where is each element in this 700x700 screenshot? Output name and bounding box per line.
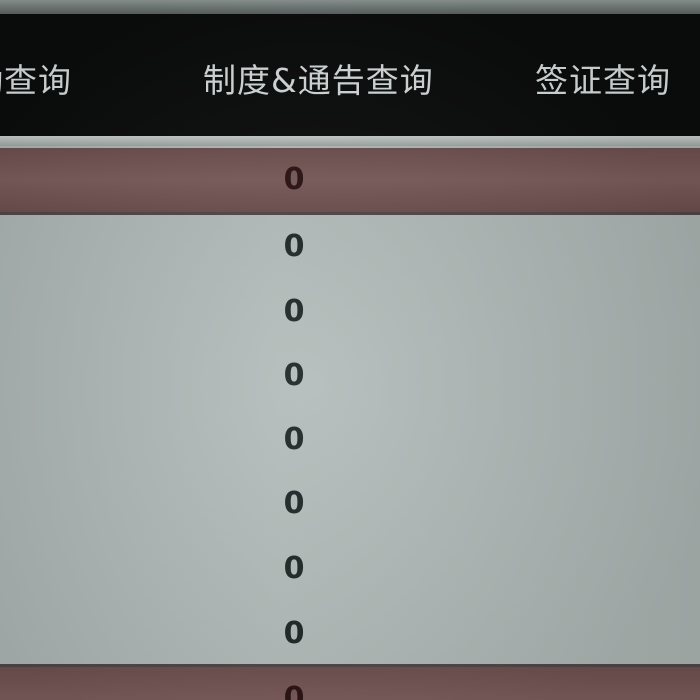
table-cell-value: 0 [283, 229, 305, 264]
monitor-bezel [0, 0, 700, 14]
table-cell-value: 0 [283, 486, 305, 521]
screen: 勤查询 制度&通告查询 签证查询 0 0 0 0 0 0 0 0 0 [0, 0, 700, 700]
header-separator [0, 136, 700, 146]
table-row[interactable]: 0 [0, 667, 700, 700]
table-cell-value: 0 [283, 422, 305, 457]
table-cell-value: 0 [283, 358, 305, 393]
table-cell-value: 0 [283, 162, 305, 197]
table-row[interactable]: 0 [0, 280, 700, 344]
table-row[interactable]: 0 [0, 215, 700, 279]
table-row[interactable]: 0 [0, 602, 700, 666]
table-row[interactable]: 0 [0, 408, 700, 472]
nav-item-attendance-query[interactable]: 勤查询 [0, 54, 72, 102]
nav-item-policy-notice-query[interactable]: 制度&通告查询 [203, 54, 434, 102]
table-row[interactable]: 0 [0, 537, 700, 601]
table-cell-value: 0 [283, 551, 305, 586]
table-row[interactable]: 0 [0, 344, 700, 408]
table-row[interactable]: 0 [0, 472, 700, 536]
table-row[interactable]: 0 [0, 148, 700, 212]
table-cell-value: 0 [283, 681, 305, 700]
table-cell-value: 0 [283, 294, 305, 329]
nav-item-visa-query[interactable]: 签证查询 [535, 54, 671, 102]
top-navigation-bar: 勤查询 制度&通告查询 签证查询 [0, 14, 700, 138]
table-cell-value: 0 [283, 616, 305, 651]
